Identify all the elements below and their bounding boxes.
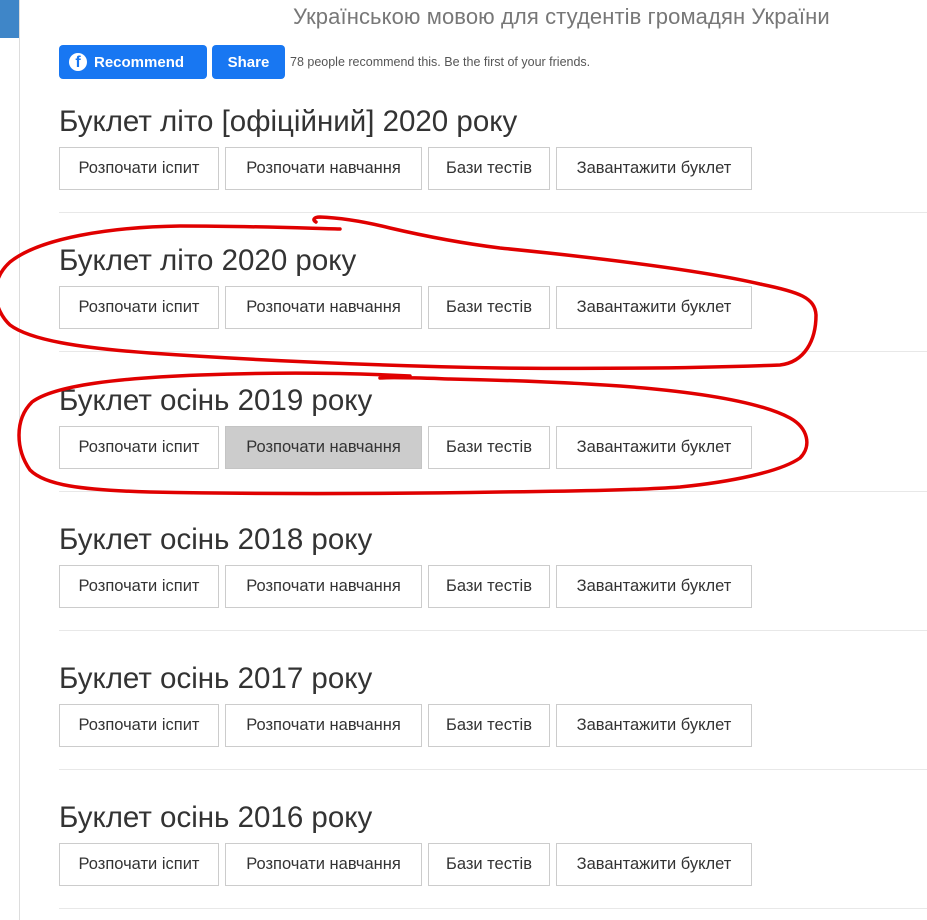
start-exam-button[interactable]: Розпочати іспит: [59, 147, 219, 190]
start-exam-button[interactable]: Розпочати іспит: [59, 843, 219, 886]
facebook-recommend-button[interactable]: f Recommend: [59, 45, 207, 79]
start-learning-button[interactable]: Розпочати навчання: [225, 426, 422, 469]
booklet-section: Буклет осінь 2017 року Розпочати іспит Р…: [59, 659, 927, 770]
booklet-title: Буклет осінь 2016 року: [59, 801, 373, 834]
download-booklet-button[interactable]: Завантажити буклет: [556, 147, 752, 190]
test-bases-button[interactable]: Бази тестів: [428, 426, 550, 469]
booklet-actions: Розпочати іспит Розпочати навчання Бази …: [59, 426, 758, 469]
section-divider: [59, 491, 927, 492]
test-bases-button[interactable]: Бази тестів: [428, 286, 550, 329]
test-bases-button[interactable]: Бази тестів: [428, 147, 550, 190]
booklet-section: Буклет літо [офіційний] 2020 року Розпоч…: [59, 102, 927, 213]
booklet-title: Буклет осінь 2017 року: [59, 662, 373, 695]
download-booklet-button[interactable]: Завантажити буклет: [556, 426, 752, 469]
test-bases-button[interactable]: Бази тестів: [428, 843, 550, 886]
facebook-logo-icon: f: [69, 53, 87, 71]
facebook-widget: f Recommend Share 78 people recommend th…: [59, 45, 590, 79]
section-divider: [59, 908, 927, 909]
booklet-actions: Розпочати іспит Розпочати навчання Бази …: [59, 843, 758, 886]
start-learning-button[interactable]: Розпочати навчання: [225, 147, 422, 190]
booklet-section: Буклет літо 2020 року Розпочати іспит Ро…: [59, 241, 927, 352]
section-divider: [59, 630, 927, 631]
start-learning-button[interactable]: Розпочати навчання: [225, 704, 422, 747]
booklet-actions: Розпочати іспит Розпочати навчання Бази …: [59, 147, 758, 190]
booklet-section: Буклет осінь 2018 року Розпочати іспит Р…: [59, 520, 927, 631]
start-exam-button[interactable]: Розпочати іспит: [59, 565, 219, 608]
section-divider: [59, 212, 927, 213]
download-booklet-button[interactable]: Завантажити буклет: [556, 565, 752, 608]
recommend-label: Recommend: [94, 53, 185, 71]
start-learning-button[interactable]: Розпочати навчання: [225, 843, 422, 886]
test-bases-button[interactable]: Бази тестів: [428, 704, 550, 747]
booklet-title: Буклет осінь 2018 року: [59, 523, 373, 556]
download-booklet-button[interactable]: Завантажити буклет: [556, 704, 752, 747]
page-subtitle: Українською мовою для студентів громадян…: [293, 4, 830, 29]
booklet-title: Буклет літо [офіційний] 2020 року: [59, 105, 518, 138]
section-divider: [59, 769, 927, 770]
facebook-social-text: 78 people recommend this. Be the first o…: [290, 55, 591, 69]
test-bases-button[interactable]: Бази тестів: [428, 565, 550, 608]
section-divider: [59, 351, 927, 352]
start-exam-button[interactable]: Розпочати іспит: [59, 426, 219, 469]
booklet-title: Буклет осінь 2019 року: [59, 384, 373, 417]
facebook-share-button[interactable]: Share: [212, 45, 285, 79]
start-exam-button[interactable]: Розпочати іспит: [59, 286, 219, 329]
start-exam-button[interactable]: Розпочати іспит: [59, 704, 219, 747]
booklet-actions: Розпочати іспит Розпочати навчання Бази …: [59, 286, 758, 329]
booklet-section: Буклет осінь 2019 року Розпочати іспит Р…: [59, 381, 927, 492]
booklet-title: Буклет літо 2020 року: [59, 244, 357, 277]
share-label: Share: [227, 53, 270, 71]
download-booklet-button[interactable]: Завантажити буклет: [556, 286, 752, 329]
download-booklet-button[interactable]: Завантажити буклет: [556, 843, 752, 886]
left-border-line: [19, 0, 20, 920]
start-learning-button[interactable]: Розпочати навчання: [225, 286, 422, 329]
left-accent-bar: [0, 0, 19, 38]
booklet-actions: Розпочати іспит Розпочати навчання Бази …: [59, 565, 758, 608]
start-learning-button[interactable]: Розпочати навчання: [225, 565, 422, 608]
booklet-section: Буклет осінь 2016 року Розпочати іспит Р…: [59, 798, 927, 909]
booklet-actions: Розпочати іспит Розпочати навчання Бази …: [59, 704, 758, 747]
